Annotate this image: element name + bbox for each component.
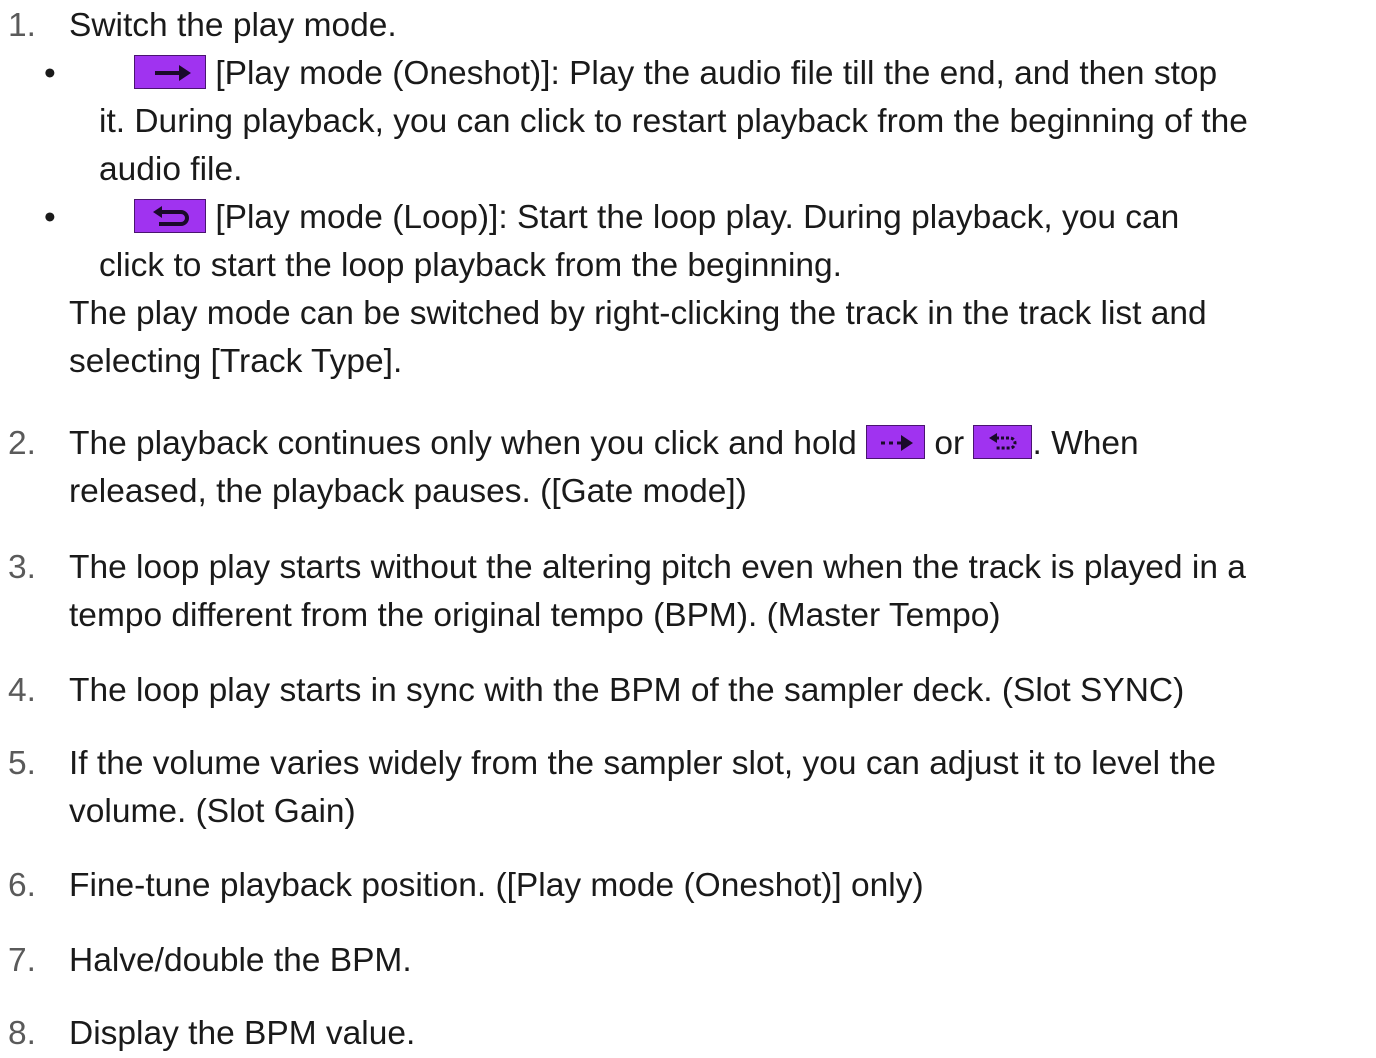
item-body: The loop play starts without the alterin… bbox=[69, 544, 1369, 640]
item-body: Fine-tune playback position. ([Play mode… bbox=[69, 862, 1369, 910]
play-mode-oneshot-icon bbox=[134, 55, 206, 89]
bullet-oneshot: • [Play mode (Oneshot)]: Play the audio … bbox=[44, 50, 1369, 194]
item-number: 2. bbox=[8, 425, 36, 462]
item-number: 7. bbox=[8, 942, 36, 979]
item-body: If the volume varies widely from the sam… bbox=[69, 740, 1369, 836]
item-line: volume. (Slot Gain) bbox=[69, 793, 356, 830]
bullet-loop: • [Play mode (Loop)]: Start the loop pla… bbox=[44, 194, 1369, 290]
gate-loop-icon bbox=[973, 425, 1033, 459]
item-number: 5. bbox=[8, 745, 36, 782]
bullet-line: [Play mode (Oneshot)]: Play the audio fi… bbox=[215, 55, 1218, 92]
item-number: 4. bbox=[8, 672, 36, 709]
item-line: Halve/double the BPM. bbox=[69, 942, 412, 979]
gate-oneshot-icon bbox=[866, 425, 926, 459]
item-number: 6. bbox=[8, 867, 36, 904]
bullet-line: click to start the loop playback from th… bbox=[99, 247, 842, 284]
bullet-marker: • bbox=[44, 55, 56, 92]
item-body: Switch the play mode. • [Play mode (Ones… bbox=[44, 2, 1369, 386]
item-text: The playback continues only when you cli… bbox=[69, 425, 857, 462]
item-text: or bbox=[934, 425, 965, 462]
item-line: The playback continues only when you cli… bbox=[69, 420, 1369, 468]
item-body: Halve/double the BPM. bbox=[69, 937, 1369, 985]
item-line: Fine-tune playback position. ([Play mode… bbox=[69, 867, 924, 904]
note-line: selecting [Track Type]. bbox=[69, 343, 403, 380]
item-number: 1. bbox=[8, 7, 36, 44]
bullet-line: audio file. bbox=[99, 151, 243, 188]
item-line: If the volume varies widely from the sam… bbox=[69, 745, 1216, 782]
item-line: The loop play starts in sync with the BP… bbox=[69, 672, 1185, 709]
play-mode-loop-icon bbox=[134, 199, 206, 233]
item-line: Display the BPM value. bbox=[69, 1015, 416, 1052]
item-number: 3. bbox=[8, 549, 36, 586]
bullet-marker: • bbox=[44, 199, 56, 236]
item-text: Switch the play mode. bbox=[69, 7, 397, 44]
item-line: tempo different from the original tempo … bbox=[69, 597, 1001, 634]
item-line: released, the playback pauses. ([Gate mo… bbox=[69, 473, 747, 510]
bullet-line: it. During playback, you can click to re… bbox=[99, 103, 1248, 140]
note-line: The play mode can be switched by right-c… bbox=[69, 295, 1207, 332]
item-body: The loop play starts in sync with the BP… bbox=[69, 667, 1369, 715]
item-body: The playback continues only when you cli… bbox=[69, 420, 1369, 516]
item-text: . When bbox=[1032, 425, 1139, 462]
bullet-line: [Play mode (Loop)]: Start the loop play.… bbox=[215, 199, 1180, 236]
item-number: 8. bbox=[8, 1015, 36, 1052]
item-line: The loop play starts without the alterin… bbox=[69, 549, 1246, 586]
item-body: Display the BPM value. bbox=[69, 1010, 1369, 1058]
